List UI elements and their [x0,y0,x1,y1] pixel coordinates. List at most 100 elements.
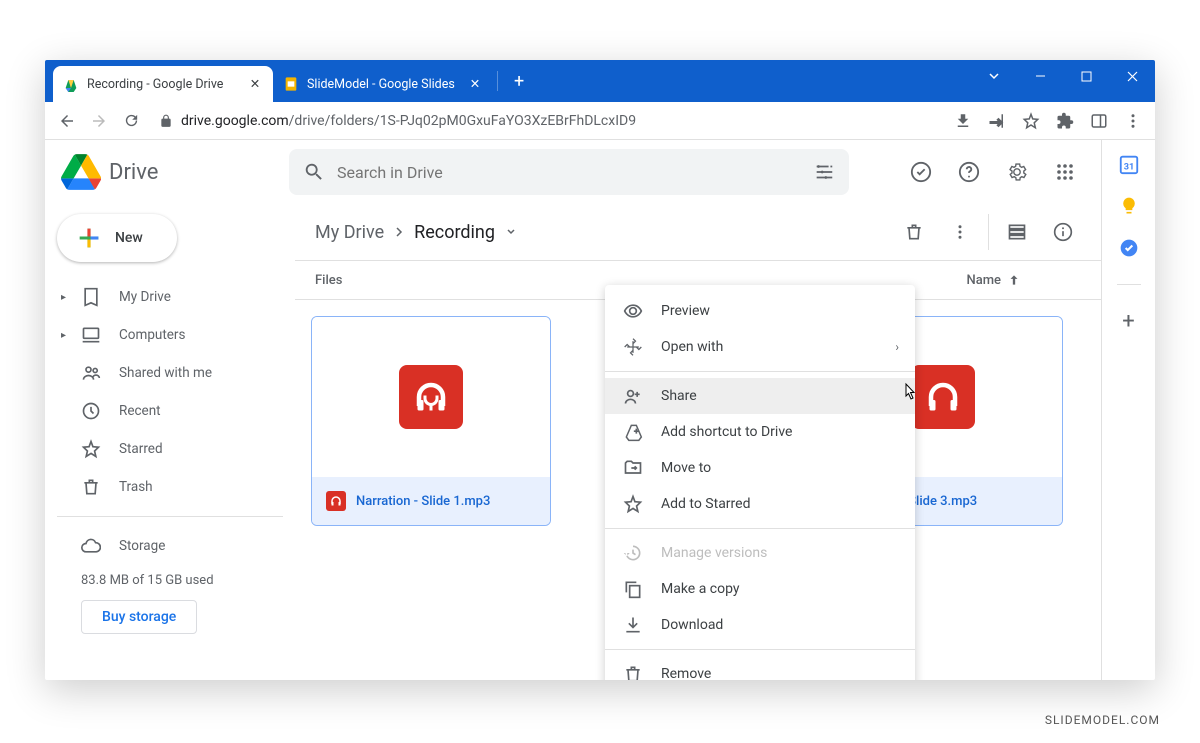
tab-close-button[interactable]: ✕ [467,76,483,92]
share-url-icon[interactable] [983,107,1011,135]
menu-item-copy[interactable]: Make a copy [605,571,915,607]
window-maximize[interactable] [1063,60,1109,92]
addons-icon[interactable]: + [1117,309,1141,333]
menu-item-share[interactable]: Share [605,378,915,414]
sidebar-item-computers[interactable]: ▸Computers [57,316,283,354]
breadcrumb-root[interactable]: My Drive [315,222,384,243]
sort-arrow-icon [1007,273,1021,287]
settings-icon[interactable] [997,152,1037,192]
sidebar-item-label: Trash [119,479,153,495]
browser-tab-active[interactable]: Recording - Google Drive ✕ [53,66,273,102]
reload-button[interactable] [117,107,145,135]
menu-item-preview[interactable]: Preview [605,293,915,329]
menu-item-openwith[interactable]: Open with› [605,329,915,365]
drive-logo-text: Drive [109,160,158,185]
context-menu: Preview Open with› Share Add shortcut to… [605,285,915,680]
menu-item-moveto[interactable]: Move to [605,450,915,486]
menu-label: Preview [661,303,710,319]
menu-label: Share [661,388,697,404]
support-icon[interactable] [949,152,989,192]
calendar-icon[interactable]: 31 [1117,152,1141,176]
tasks-icon[interactable] [1117,236,1141,260]
slides-icon [283,76,299,92]
toolbar-trash-icon[interactable] [896,214,932,250]
menu-divider [605,528,915,529]
rail-divider [1117,284,1141,285]
tab-title: SlideModel - Google Slides [307,77,455,92]
sidebar-item-label: Starred [119,441,163,457]
sidebar-item-starred[interactable]: Starred [57,430,283,468]
trash-icon [81,477,101,497]
files-header: Files [315,273,342,288]
search-options-icon[interactable] [813,161,835,183]
window-minimize[interactable] [1017,60,1063,92]
forward-button[interactable] [85,107,113,135]
window-controls [971,60,1155,92]
sidebar-item-mydrive[interactable]: ▸My Drive [57,278,283,316]
url-domain: drive.google.com [181,113,289,129]
window-dropdown[interactable] [971,60,1017,92]
menu-label: Download [661,617,723,633]
url-path: /drive/folders/1S-PJq02pM0GxuFaYO3XzEBrF… [289,113,636,129]
history-icon [623,543,643,563]
bookmark-icon[interactable] [1017,107,1045,135]
recent-icon [81,401,101,421]
menu-item-remove[interactable]: Remove [605,656,915,680]
menu-item-download[interactable]: Download [605,607,915,643]
drive-icon [63,76,79,92]
browser-tab-inactive[interactable]: SlideModel - Google Slides ✕ [273,66,493,102]
copy-icon [623,579,643,599]
new-button[interactable]: New [57,214,177,262]
breadcrumb-current[interactable]: Recording [414,222,495,243]
buy-storage-button[interactable]: Buy storage [81,600,197,634]
chevron-right-icon [394,227,404,237]
dropdown-icon[interactable] [505,226,517,238]
menu-label: Manage versions [661,545,767,561]
menu-item-star[interactable]: Add to Starred [605,486,915,522]
new-tab-button[interactable]: + [502,71,536,92]
search-input[interactable] [337,163,801,182]
toolbar: My Drive Recording [295,204,1101,260]
toolbar-listview-icon[interactable] [999,214,1035,250]
search-box[interactable] [289,149,849,195]
download-icon [623,615,643,635]
menu-divider [605,371,915,372]
sidebar-item-storage[interactable]: Storage [57,527,283,565]
menu-item-shortcut[interactable]: Add shortcut to Drive [605,414,915,450]
ready-offline-icon[interactable] [901,152,941,192]
new-button-label: New [115,230,143,246]
apps-grid-icon[interactable] [1045,152,1085,192]
sidebar-item-label: Computers [119,327,185,343]
menu-divider [605,649,915,650]
menu-item-versions: Manage versions [605,535,915,571]
search-icon [303,161,325,183]
star-icon [81,439,101,459]
browser-menu-icon[interactable] [1119,107,1147,135]
install-app-icon[interactable] [949,107,977,135]
sidebar-item-shared[interactable]: Shared with me [57,354,283,392]
keep-icon[interactable] [1117,194,1141,218]
drive-logo[interactable]: Drive [61,154,281,190]
sidebar-item-label: Storage [119,538,165,554]
audio-thumb-icon [399,365,463,429]
toolbar-info-icon[interactable] [1045,214,1081,250]
share-icon [623,386,643,406]
browser-window: Recording - Google Drive ✕ SlideModel - … [45,60,1155,680]
menu-label: Move to [661,460,711,476]
sidebar-item-trash[interactable]: Trash [57,468,283,506]
chevron-right-icon: › [895,340,899,354]
window-close[interactable] [1109,60,1155,92]
sidepanel-icon[interactable] [1085,107,1113,135]
drive-logo-icon [61,154,101,190]
file-card[interactable]: Narration - Slide 1.mp3 [311,316,551,526]
extensions-icon[interactable] [1051,107,1079,135]
sort-column[interactable]: Name [966,273,1021,288]
back-button[interactable] [53,107,81,135]
tab-close-button[interactable]: ✕ [247,76,263,92]
sidebar-item-label: Recent [119,403,161,419]
cloud-icon [81,536,101,556]
url-field[interactable]: drive.google.com/drive/folders/1S-PJq02p… [149,113,945,129]
sidebar-item-recent[interactable]: Recent [57,392,283,430]
browser-titlebar: Recording - Google Drive ✕ SlideModel - … [45,60,1155,102]
toolbar-more-icon[interactable] [942,214,978,250]
